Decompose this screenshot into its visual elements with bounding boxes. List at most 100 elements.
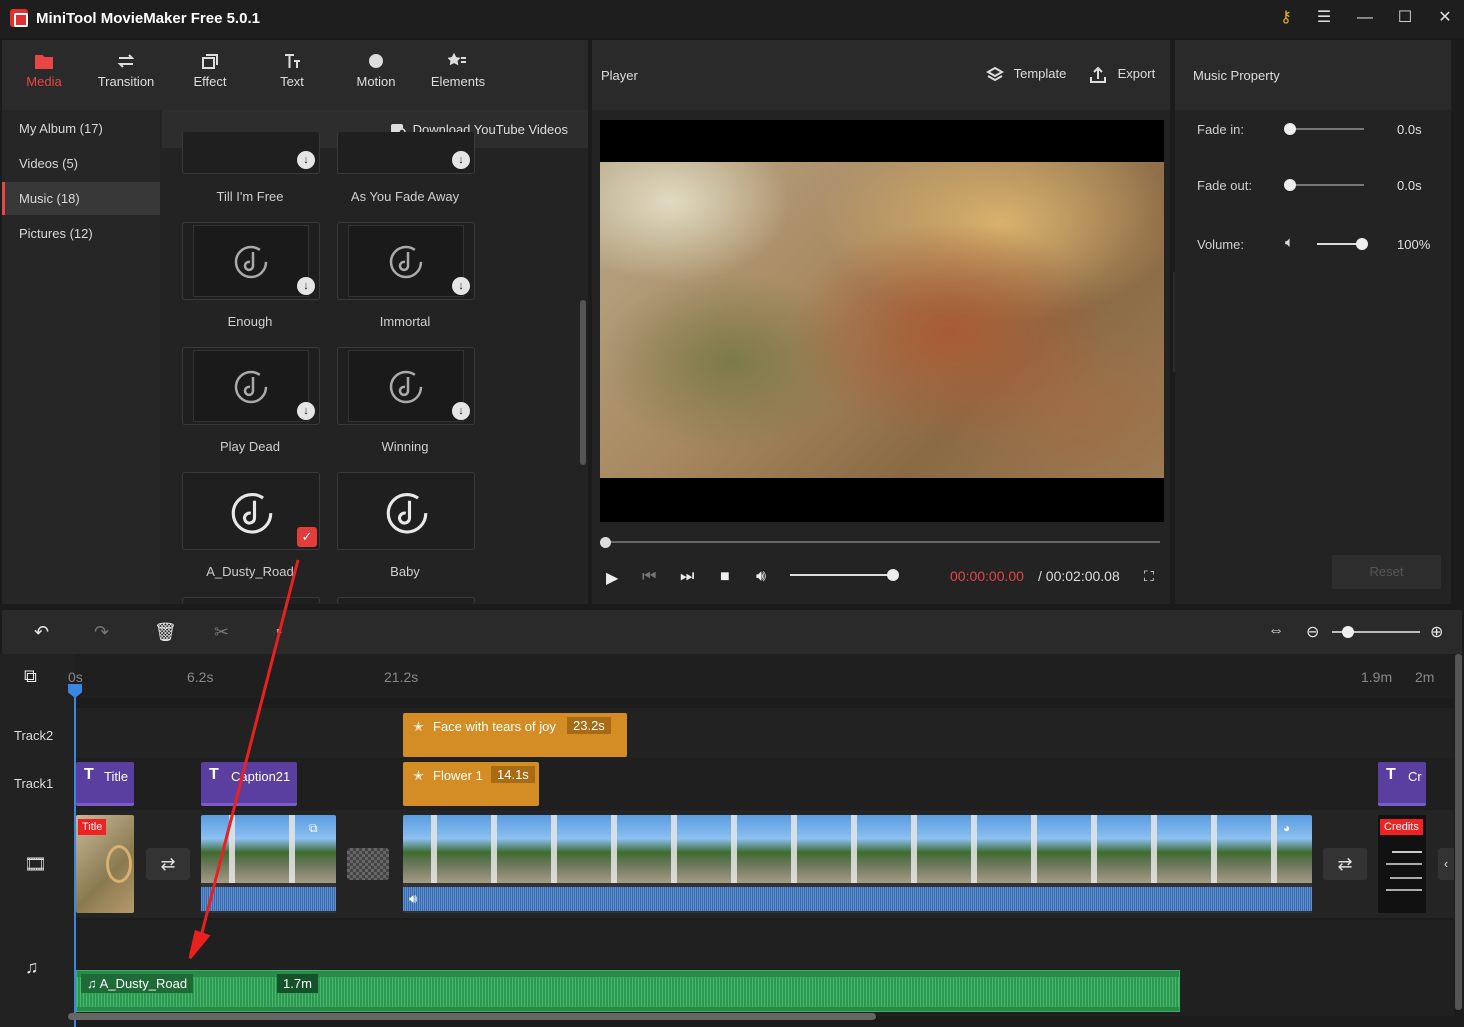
folder-icon — [35, 55, 53, 69]
download-icon[interactable]: ↓ — [297, 402, 315, 420]
tab-effect[interactable]: Effect — [168, 40, 252, 110]
transition-placeholder[interactable] — [347, 848, 389, 880]
key-icon[interactable]: ⚷ — [1276, 8, 1296, 28]
tab-media[interactable]: Media — [2, 40, 86, 110]
fade-out-slider[interactable] — [1287, 184, 1364, 186]
album-item-music[interactable]: Music (18) — [2, 182, 160, 215]
text-clip-title[interactable]: T Title — [76, 762, 134, 806]
volume-icon[interactable]: 🔊︎ — [756, 568, 766, 586]
zoom-knob[interactable] — [1342, 626, 1354, 638]
player-volume-knob[interactable] — [887, 569, 899, 581]
clip-label: Caption21 — [231, 769, 291, 784]
seek-knob[interactable] — [600, 537, 611, 548]
music-thumb-winning[interactable]: ↓ — [337, 347, 475, 425]
text-clip-caption21[interactable]: T Caption21 — [201, 762, 297, 806]
zoom-out-icon[interactable]: ⊖ — [1306, 622, 1319, 642]
previous-frame-icon[interactable]: ⏮ — [642, 568, 656, 586]
video-clip-credits[interactable]: Credits — [1378, 815, 1426, 913]
audio-volume-icon[interactable]: 🔊︎ — [409, 891, 417, 907]
total-time: / 00:02:00.08 — [1038, 568, 1120, 584]
motion-badge-icon: ◕ — [1283, 821, 1291, 835]
stop-icon[interactable]: ■ — [720, 568, 730, 586]
music-thumb-enough[interactable]: ↓ — [182, 222, 320, 300]
delete-icon[interactable]: 🗑︎ — [154, 622, 177, 643]
music-thumb-immortal[interactable]: ↓ — [337, 222, 475, 300]
timeline-horizontal-scrollbar[interactable] — [68, 1013, 876, 1020]
music-note-icon — [389, 245, 423, 279]
track2-label: Track2 — [14, 728, 54, 743]
media-scrollbar[interactable] — [580, 300, 586, 465]
timeline-vertical-scrollbar[interactable] — [1455, 654, 1462, 1010]
credits-text-line — [1386, 889, 1422, 891]
tab-elements[interactable]: Elements — [416, 40, 500, 110]
playhead[interactable] — [74, 684, 76, 1027]
close-button[interactable]: ✕ — [1435, 8, 1455, 28]
download-icon[interactable]: ↓ — [297, 151, 315, 169]
player-header: Player Template Export — [592, 40, 1170, 110]
template-button[interactable]: Template — [985, 66, 1067, 84]
undo-icon[interactable]: ↶ — [34, 622, 49, 643]
property-header: Music Property — [1175, 40, 1451, 110]
fade-in-slider[interactable] — [1287, 128, 1364, 130]
album-item-videos[interactable]: Videos (5) — [2, 147, 160, 180]
time-ruler[interactable]: 0s 6.2s 21.2s 1.9m 2m — [68, 654, 1454, 698]
tab-transition[interactable]: Transition — [84, 40, 168, 110]
seek-bar[interactable] — [600, 541, 1160, 543]
music-thumb-play-dead[interactable]: ↓ — [182, 347, 320, 425]
album-list: My Album (17) Videos (5) Music (18) Pict… — [2, 110, 160, 604]
scroll-left-arrow[interactable]: ‹ — [1438, 848, 1454, 880]
play-icon[interactable]: ▶ — [606, 568, 618, 588]
fullscreen-icon[interactable]: ⛶ — [1144, 568, 1154, 585]
tab-motion-label: Motion — [356, 74, 396, 89]
element-clip-face-with-tears-of-joy[interactable]: ✭ Face with tears of joy 23.2s — [403, 713, 627, 757]
zoom-in-icon[interactable]: ⊕ — [1430, 622, 1443, 642]
album-item-pictures[interactable]: Pictures (12) — [2, 217, 160, 250]
zoom-fit-icon[interactable]: ⇔ — [1268, 622, 1284, 640]
track-headers: ⧉ Track2 Track1 🎞︎ ♫ — [0, 654, 74, 1027]
minimize-button[interactable]: — — [1355, 8, 1375, 28]
video-clip-2[interactable]: ◕ 🔊︎ — [403, 815, 1312, 913]
video-frame — [600, 162, 1164, 478]
download-icon[interactable]: ↓ — [452, 402, 470, 420]
timeline-toolbar: ↶ ↷ 🗑︎ ✂ ◔ ⇔ ⊖ ⊕ — [2, 610, 1462, 654]
volume-label: Volume: — [1197, 237, 1244, 252]
music-thumb-a-dusty-road[interactable]: ✓ — [182, 472, 320, 550]
fade-in-knob[interactable] — [1284, 123, 1296, 135]
music-thumb-baby[interactable] — [337, 472, 475, 550]
volume-knob[interactable] — [1356, 238, 1368, 250]
template-label: Template — [1013, 66, 1067, 82]
maximize-button[interactable]: ☐ — [1395, 8, 1415, 28]
split-icon[interactable]: ✂ — [214, 622, 229, 643]
fade-out-knob[interactable] — [1284, 179, 1296, 191]
menu-icon[interactable]: ☰ — [1314, 8, 1334, 28]
download-icon[interactable]: ↓ — [297, 277, 315, 295]
next-frame-icon[interactable]: ⏭ — [680, 568, 694, 586]
layers-icon: ⧉ — [309, 821, 318, 835]
video-clip-1[interactable]: ⧉ — [201, 815, 336, 913]
element-star-icon: ✭ — [413, 768, 424, 783]
music-track-icon: ♫ — [25, 957, 39, 977]
add-track-icon[interactable]: ⧉ — [24, 666, 37, 687]
player-volume-slider[interactable] — [790, 574, 890, 576]
video-clip-title[interactable]: Title — [76, 815, 134, 913]
speed-icon[interactable]: ◔ — [272, 622, 283, 643]
transition-swap-button[interactable]: ⇄ — [146, 848, 190, 880]
music-thumb-till-im-free[interactable]: ↓ — [182, 132, 320, 174]
reset-button[interactable]: Reset — [1332, 555, 1441, 589]
music-thumb-as-you-fade-away[interactable]: ↓ — [337, 132, 475, 174]
tab-text[interactable]: Text — [250, 40, 334, 110]
tab-motion[interactable]: Motion — [334, 40, 418, 110]
album-item-my-album[interactable]: My Album (17) — [2, 112, 160, 145]
transition-swap-button[interactable]: ⇄ — [1323, 848, 1367, 880]
checkmark-icon[interactable]: ✓ — [297, 527, 317, 547]
text-clip-credits[interactable]: T Cr — [1378, 762, 1426, 806]
clip-label: Cr — [1408, 769, 1422, 784]
redo-icon[interactable]: ↷ — [94, 622, 109, 643]
music-clip-name: A_Dusty_Road — [99, 976, 188, 991]
credits-text-line — [1386, 863, 1422, 865]
element-clip-flower-1[interactable]: ✭ Flower 1 14.1s — [403, 762, 539, 806]
export-button[interactable]: Export — [1088, 65, 1155, 85]
music-clip-a-dusty-road[interactable]: ♫ A_Dusty_Road 1.7m — [76, 970, 1180, 1012]
download-icon[interactable]: ↓ — [452, 151, 470, 169]
download-icon[interactable]: ↓ — [452, 277, 470, 295]
